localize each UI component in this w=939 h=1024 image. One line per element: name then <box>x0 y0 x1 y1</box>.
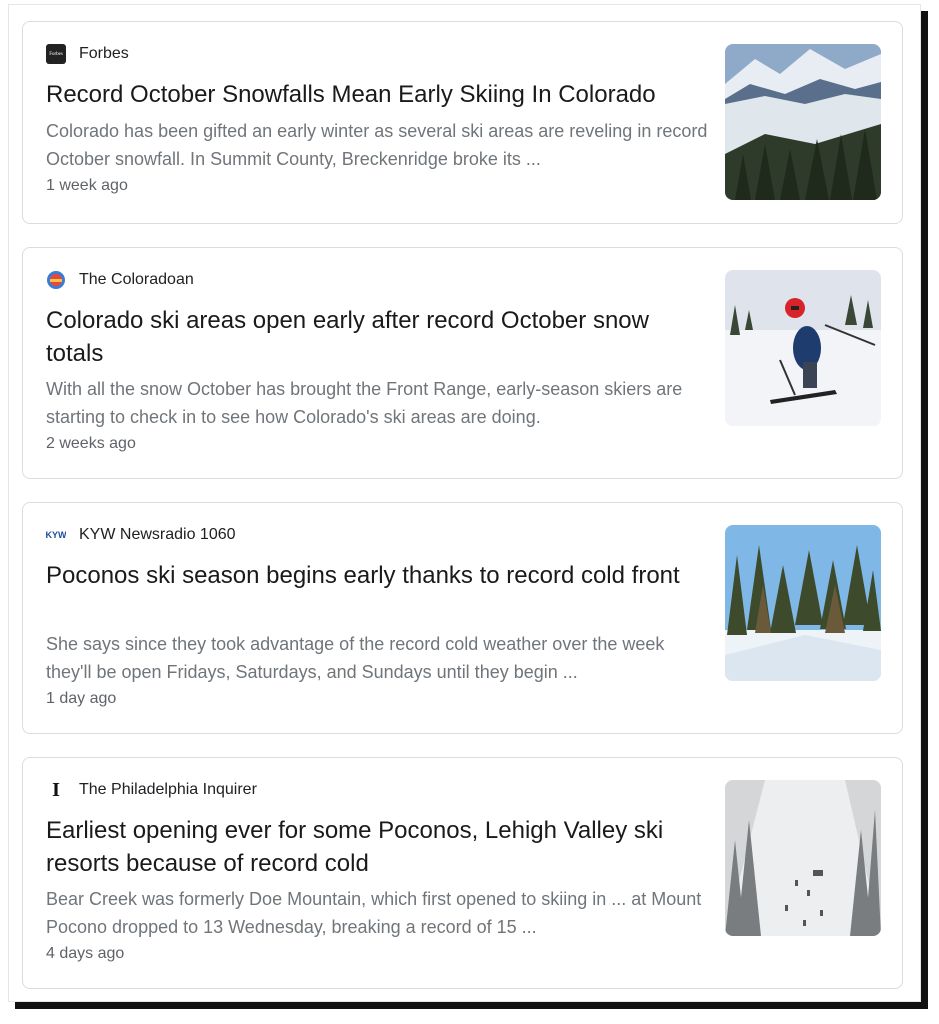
news-card[interactable]: KYW KYW Newsradio 1060 Poconos ski seaso… <box>22 502 903 734</box>
news-card[interactable]: Forbes Forbes Record October Snowfalls M… <box>22 21 903 224</box>
headline-link[interactable]: Colorado ski areas open early after reco… <box>46 304 696 370</box>
skier-red-helmet-image[interactable] <box>725 270 881 426</box>
news-card[interactable]: The Coloradoan Colorado ski areas open e… <box>22 247 903 479</box>
coloradoan-icon <box>46 270 66 290</box>
source-name: The Philadelphia Inquirer <box>79 781 257 798</box>
source-row: The Coloradoan <box>46 270 194 290</box>
timestamp: 4 days ago <box>46 945 125 962</box>
source-row: I The Philadelphia Inquirer <box>46 780 257 800</box>
snippet: She says since they took advantage of th… <box>46 634 665 682</box>
source-name: KYW Newsradio 1060 <box>79 526 236 543</box>
inquirer-icon: I <box>52 780 60 800</box>
snowy-mountain-forest-image[interactable] <box>725 44 881 200</box>
kyw-icon: KYW <box>46 530 66 540</box>
snippet: Colorado has been gifted an early winter… <box>46 121 708 169</box>
snippet: With all the snow October has brought th… <box>46 379 683 427</box>
snowy-pine-trees-image[interactable] <box>725 525 881 681</box>
news-card[interactable]: I The Philadelphia Inquirer Earliest ope… <box>22 757 903 989</box>
forbes-icon: Forbes <box>46 44 66 64</box>
headline-link[interactable]: Record October Snowfalls Mean Early Skii… <box>46 78 696 111</box>
headline-link[interactable]: Poconos ski season begins early thanks t… <box>46 559 696 592</box>
source-name: The Coloradoan <box>79 271 194 288</box>
timestamp: 2 weeks ago <box>46 435 136 452</box>
headline-link[interactable]: Earliest opening ever for some Poconos, … <box>46 814 696 880</box>
source-row: Forbes Forbes <box>46 44 129 64</box>
timestamp: 1 week ago <box>46 177 128 194</box>
snippet: Bear Creek was formerly Doe Mountain, wh… <box>46 889 702 937</box>
source-name: Forbes <box>79 45 129 62</box>
snowstorm-ski-slope-image[interactable] <box>725 780 881 936</box>
timestamp: 1 day ago <box>46 690 117 707</box>
source-row: KYW KYW Newsradio 1060 <box>46 525 236 545</box>
